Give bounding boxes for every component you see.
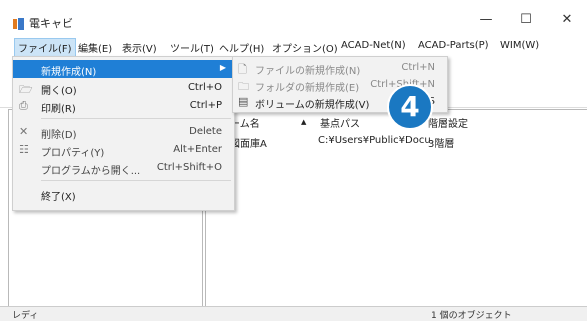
step-number-badge: 4 — [387, 84, 433, 130]
column-header-floor[interactable]: 階層設定 — [428, 115, 468, 130]
menu-separator — [41, 180, 231, 181]
menu-item-new[interactable]: 新規作成(N) ▶ — [13, 60, 234, 78]
submenu-arrow-icon: ▶ — [219, 63, 226, 72]
menu-item-open[interactable]: 🗁 開く(O) Ctrl+O — [13, 79, 234, 97]
menu-separator — [41, 118, 231, 119]
menu-item-exit[interactable]: 終了(X) — [13, 185, 234, 203]
menu-tools[interactable]: ツール(T) — [170, 40, 214, 55]
close-button[interactable]: ✕ — [557, 12, 577, 27]
sort-asc-icon: ▲ — [301, 118, 307, 126]
maximize-button[interactable]: ☐ — [516, 12, 536, 27]
menu-item-open-with[interactable]: プログラムから開く... Ctrl+Shift+O — [13, 159, 234, 177]
row-volume-name[interactable]: 図面庫A — [230, 135, 267, 150]
menu-acad-net[interactable]: ACAD-Net(N) — [341, 40, 406, 51]
printer-icon: ⎙ — [19, 99, 28, 112]
menu-help[interactable]: ヘルプ(H) — [219, 40, 264, 55]
app-icon — [13, 18, 24, 30]
minimize-button[interactable]: — — [476, 12, 496, 27]
column-header-path[interactable]: 基点パス — [320, 115, 360, 130]
row-base-path[interactable]: C:¥Users¥Public¥Docu — [318, 135, 431, 146]
menu-item-delete[interactable]: ✕ 削除(D) Delete — [13, 123, 234, 141]
object-count: 1 個のオブジェクト — [431, 311, 512, 321]
volume-icon: ▤ — [238, 95, 249, 108]
submenu-item-new-file[interactable]: 🗋 ファイルの新規作成(N) Ctrl+N — [233, 59, 447, 77]
menu-file[interactable]: ファイル(F) — [14, 38, 76, 57]
menu-acad-parts[interactable]: ACAD-Parts(P) — [418, 40, 489, 51]
window-title: 電キャビ — [29, 17, 73, 30]
menu-edit[interactable]: 編集(E) — [78, 40, 112, 55]
row-floor-setting[interactable]: 3階層 — [428, 135, 454, 150]
menu-view[interactable]: 表示(V) — [122, 40, 157, 55]
menu-wim[interactable]: WIM(W) — [500, 40, 539, 51]
menu-item-properties[interactable]: ☷ プロパティ(Y) Alt+Enter — [13, 141, 234, 159]
properties-icon: ☷ — [19, 143, 29, 156]
menu-item-print[interactable]: ⎙ 印刷(R) Ctrl+P — [13, 97, 234, 115]
status-bar: レディ 1 個のオブジェクト — [0, 306, 587, 321]
status-text: レディ — [12, 311, 39, 321]
menu-options[interactable]: オプション(O) — [272, 40, 338, 55]
title-bar: 電キャビ — ☐ ✕ — [0, 0, 587, 38]
delete-icon: ✕ — [19, 125, 29, 138]
file-menu-dropdown: 新規作成(N) ▶ 🗁 開く(O) Ctrl+O ⎙ 印刷(R) Ctrl+P … — [12, 56, 235, 211]
menu-bar: ファイル(F) 編集(E) 表示(V) ツール(T) ヘルプ(H) オプション(… — [0, 38, 587, 57]
